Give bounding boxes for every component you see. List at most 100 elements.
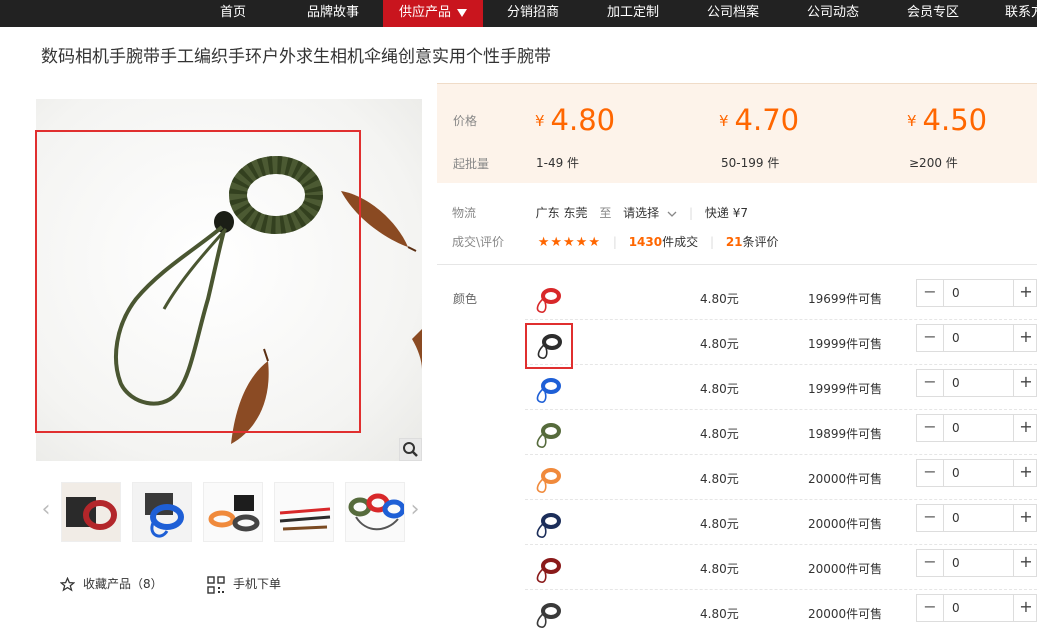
increase-button[interactable]: + xyxy=(1013,595,1037,621)
decrease-button[interactable]: − xyxy=(917,370,944,396)
deal-count-suffix: 件成交 xyxy=(662,235,699,249)
increase-button[interactable]: + xyxy=(1013,415,1037,441)
logistics-row: 物流 广东 东莞 至 请选择 | 快递 ¥7 xyxy=(452,204,748,221)
currency-symbol: ¥ xyxy=(719,112,729,130)
nav-item-company-news[interactable]: 公司动态 xyxy=(796,0,870,27)
thumbnail-3[interactable] xyxy=(203,482,263,542)
increase-button[interactable]: + xyxy=(1013,325,1037,351)
nav-item-contact[interactable]: 联系方 xyxy=(996,0,1037,27)
sku-row: 4.80元 19899件可售 −0 + xyxy=(525,410,1037,455)
thumbnail-5[interactable] xyxy=(345,482,405,542)
section-divider xyxy=(437,264,1037,265)
sku-color-swatch[interactable] xyxy=(531,599,563,631)
favorite-product-button[interactable]: 收藏产品（8） xyxy=(60,575,163,592)
rating-stars: ★★★★★ xyxy=(537,235,601,250)
price-value: 4.70 xyxy=(734,103,800,137)
currency-symbol: ¥ xyxy=(907,112,917,130)
sku-stock: 19699件可售 xyxy=(808,292,883,306)
quantity-stepper: −0 + xyxy=(916,414,1037,442)
sku-stock: 20000件可售 xyxy=(808,607,883,621)
sku-row: 4.80元 19999件可售 −0 + xyxy=(525,365,1037,410)
mobile-order-label: 手机下单 xyxy=(233,577,282,591)
strap-thumbnail-icon xyxy=(536,603,561,628)
price-tier-1: ¥4.80 xyxy=(535,103,615,137)
price-tier-2: ¥4.70 xyxy=(719,103,799,137)
quantity-input[interactable]: 0 xyxy=(945,325,1013,351)
review-count[interactable]: 21 xyxy=(726,235,743,249)
deals-row: 成交\评价 ★★★★★ | 1430件成交 | 21条评价 xyxy=(452,233,779,250)
decrease-button[interactable]: − xyxy=(917,415,944,441)
sku-row: 4.80元 20000件可售 −0 + xyxy=(525,590,1037,633)
sku-stock: 19899件可售 xyxy=(808,427,883,441)
shipping-fee: 快递 ¥7 xyxy=(704,206,748,220)
quantity-stepper: −0 + xyxy=(916,549,1037,577)
ship-from: 广东 东莞 xyxy=(535,206,588,220)
zoom-button[interactable] xyxy=(399,438,422,461)
decrease-button[interactable]: − xyxy=(917,595,944,621)
quantity-input[interactable]: 0 xyxy=(945,370,1013,396)
logistics-label: 物流 xyxy=(452,206,477,220)
sku-color-swatch[interactable] xyxy=(531,464,563,496)
nav-item-distribution[interactable]: 分销招商 xyxy=(496,0,570,27)
thumbnail-image xyxy=(275,483,333,541)
chevron-left-icon[interactable]: ‹ xyxy=(39,498,53,522)
destination-label: 请选择 xyxy=(623,206,660,220)
sku-stock: 20000件可售 xyxy=(808,562,883,576)
nav-item-home[interactable]: 首页 xyxy=(206,0,260,27)
sku-row: 4.80元 20000件可售 −0 + xyxy=(525,500,1037,545)
quantity-input[interactable]: 0 xyxy=(945,280,1013,306)
color-label: 颜色 xyxy=(453,292,478,306)
increase-button[interactable]: + xyxy=(1013,280,1037,306)
nav-item-brand-story[interactable]: 品牌故事 xyxy=(296,0,370,27)
deals-label: 成交\评价 xyxy=(452,235,505,249)
sku-price: 4.80元 xyxy=(700,517,739,531)
increase-button[interactable]: + xyxy=(1013,460,1037,486)
increase-button[interactable]: + xyxy=(1013,505,1037,531)
decrease-button[interactable]: − xyxy=(917,280,944,306)
decrease-button[interactable]: − xyxy=(917,325,944,351)
top-nav: 首页 品牌故事 供应产品 分销招商 加工定制 公司档案 公司动态 会员专区 联系… xyxy=(0,0,1037,27)
currency-symbol: ¥ xyxy=(535,112,545,130)
increase-button[interactable]: + xyxy=(1013,370,1037,396)
chevron-right-icon[interactable]: › xyxy=(408,498,422,522)
quantity-input[interactable]: 0 xyxy=(945,550,1013,576)
nav-item-products[interactable]: 供应产品 xyxy=(383,0,483,27)
quantity-input[interactable]: 0 xyxy=(945,595,1013,621)
quantity-input[interactable]: 0 xyxy=(945,460,1013,486)
sku-color-swatch[interactable] xyxy=(531,374,563,406)
thumbnail-image xyxy=(133,483,191,541)
image-zoom-selection xyxy=(35,130,361,433)
sku-color-swatch[interactable] xyxy=(531,509,563,541)
sku-stock: 19999件可售 xyxy=(808,337,883,351)
thumbnail-1[interactable] xyxy=(61,482,121,542)
sku-stock: 20000件可售 xyxy=(808,517,883,531)
quantity-input[interactable]: 0 xyxy=(945,505,1013,531)
sku-row: 4.80元 20000件可售 −0 + xyxy=(525,455,1037,500)
quantity-stepper: −0 + xyxy=(916,369,1037,397)
page: 首页 品牌故事 供应产品 分销招商 加工定制 公司档案 公司动态 会员专区 联系… xyxy=(0,0,1037,633)
sku-color-swatch[interactable] xyxy=(531,284,563,316)
strap-thumbnail-icon xyxy=(536,288,561,313)
thumbnail-2[interactable] xyxy=(132,482,192,542)
mobile-order-button[interactable]: 手机下单 xyxy=(207,575,281,594)
favorite-label: 收藏产品（8） xyxy=(83,577,163,591)
increase-button[interactable]: + xyxy=(1013,550,1037,576)
decrease-button[interactable]: − xyxy=(917,505,944,531)
sku-color-swatch[interactable] xyxy=(525,323,573,369)
sku-color-swatch[interactable] xyxy=(531,554,563,586)
sku-color-swatch[interactable] xyxy=(531,419,563,451)
quantity-range-1: 1-49 件 xyxy=(536,156,580,170)
decrease-button[interactable]: − xyxy=(917,460,944,486)
nav-item-company-profile[interactable]: 公司档案 xyxy=(696,0,770,27)
destination-select[interactable]: 请选择 xyxy=(623,206,677,220)
ship-to-word: 至 xyxy=(599,206,612,220)
divider: | xyxy=(689,206,694,220)
decrease-button[interactable]: − xyxy=(917,550,944,576)
quantity-input[interactable]: 0 xyxy=(945,415,1013,441)
price-panel: 价格 起批量 ¥4.80 1-49 件 ¥4.70 50-199 件 ¥4.50… xyxy=(437,83,1037,183)
thumbnail-4[interactable] xyxy=(274,482,334,542)
deal-count[interactable]: 1430 xyxy=(629,235,662,249)
nav-item-custom-processing[interactable]: 加工定制 xyxy=(596,0,670,27)
nav-item-member-zone[interactable]: 会员专区 xyxy=(896,0,970,27)
divider: | xyxy=(709,235,714,249)
